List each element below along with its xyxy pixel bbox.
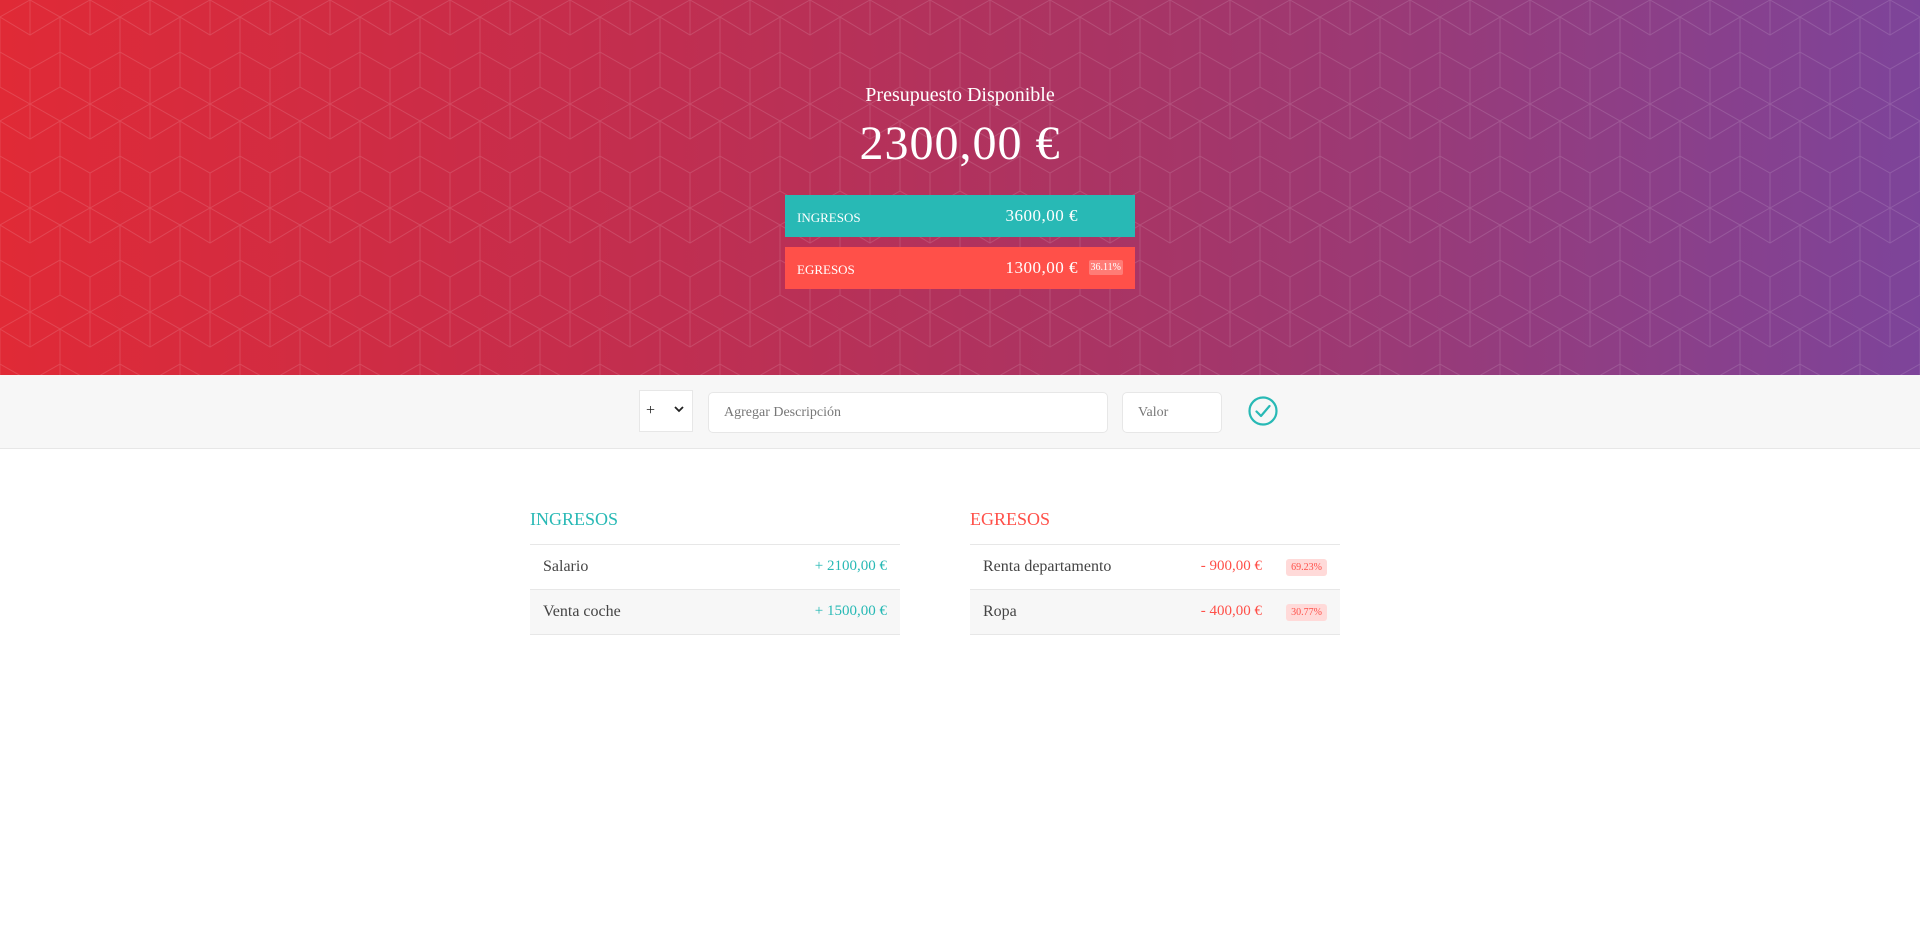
expenses-summary-label: Egresos bbox=[797, 262, 855, 277]
income-item-description: Venta coche bbox=[543, 603, 621, 620]
expense-item-percentage: 69.23% bbox=[1286, 559, 1327, 576]
budget-value: 2300,00 € bbox=[859, 117, 1061, 170]
expense-item-value: - 900,00 € bbox=[1200, 558, 1262, 574]
expense-item-description: Renta departamento bbox=[983, 558, 1112, 575]
expense-item-percentage: 30.77% bbox=[1286, 604, 1327, 621]
income-item[interactable]: Salario + 2100,00 € bbox=[530, 545, 900, 590]
chevron-down-icon bbox=[674, 406, 684, 413]
expenses-summary-value: 1300,00 € bbox=[1005, 258, 1078, 277]
expenses-summary-percentage: 36.11% bbox=[1088, 260, 1123, 275]
income-item[interactable]: Venta coche + 1500,00 € bbox=[530, 590, 900, 635]
expense-item-value: - 400,00 € bbox=[1200, 603, 1262, 619]
income-item-value: + 1500,00 € bbox=[814, 603, 887, 619]
income-summary: Ingresos 3600,00 € bbox=[785, 195, 1135, 237]
description-input[interactable] bbox=[708, 392, 1108, 433]
value-input[interactable] bbox=[1122, 392, 1222, 433]
expense-item-description: Ropa bbox=[983, 603, 1017, 620]
add-entry-bar: + bbox=[0, 375, 1920, 449]
type-select-value: + bbox=[646, 402, 656, 419]
expenses-list-title: Egresos bbox=[970, 500, 1340, 545]
income-items: Salario + 2100,00 € Venta coche + 1500,0… bbox=[530, 545, 900, 635]
expenses-summary: Egresos 1300,00 € 36.11% bbox=[785, 247, 1135, 289]
budget-title: Presupuesto Disponible bbox=[865, 84, 1055, 106]
add-entry-button[interactable] bbox=[1247, 395, 1279, 427]
income-summary-value: 3600,00 € bbox=[1005, 206, 1078, 225]
cube-pattern-background bbox=[0, 0, 1920, 375]
income-item-value: + 2100,00 € bbox=[814, 558, 887, 574]
income-item-description: Salario bbox=[543, 558, 589, 575]
expenses-items: Renta departamento - 900,00 € 69.23% Rop… bbox=[970, 545, 1340, 635]
type-select[interactable]: + bbox=[639, 390, 693, 432]
income-summary-label: Ingresos bbox=[797, 210, 861, 225]
expense-item[interactable]: Renta departamento - 900,00 € 69.23% bbox=[970, 545, 1340, 590]
budget-header: Presupuesto Disponible 2300,00 € Ingreso… bbox=[0, 0, 1920, 375]
income-list: Ingresos Salario + 2100,00 € Venta coche… bbox=[530, 500, 900, 635]
expenses-list: Egresos Renta departamento - 900,00 € 69… bbox=[970, 500, 1340, 635]
checkmark-circle-icon bbox=[1248, 396, 1278, 426]
expense-item[interactable]: Ropa - 400,00 € 30.77% bbox=[970, 590, 1340, 635]
income-list-title: Ingresos bbox=[530, 500, 900, 545]
